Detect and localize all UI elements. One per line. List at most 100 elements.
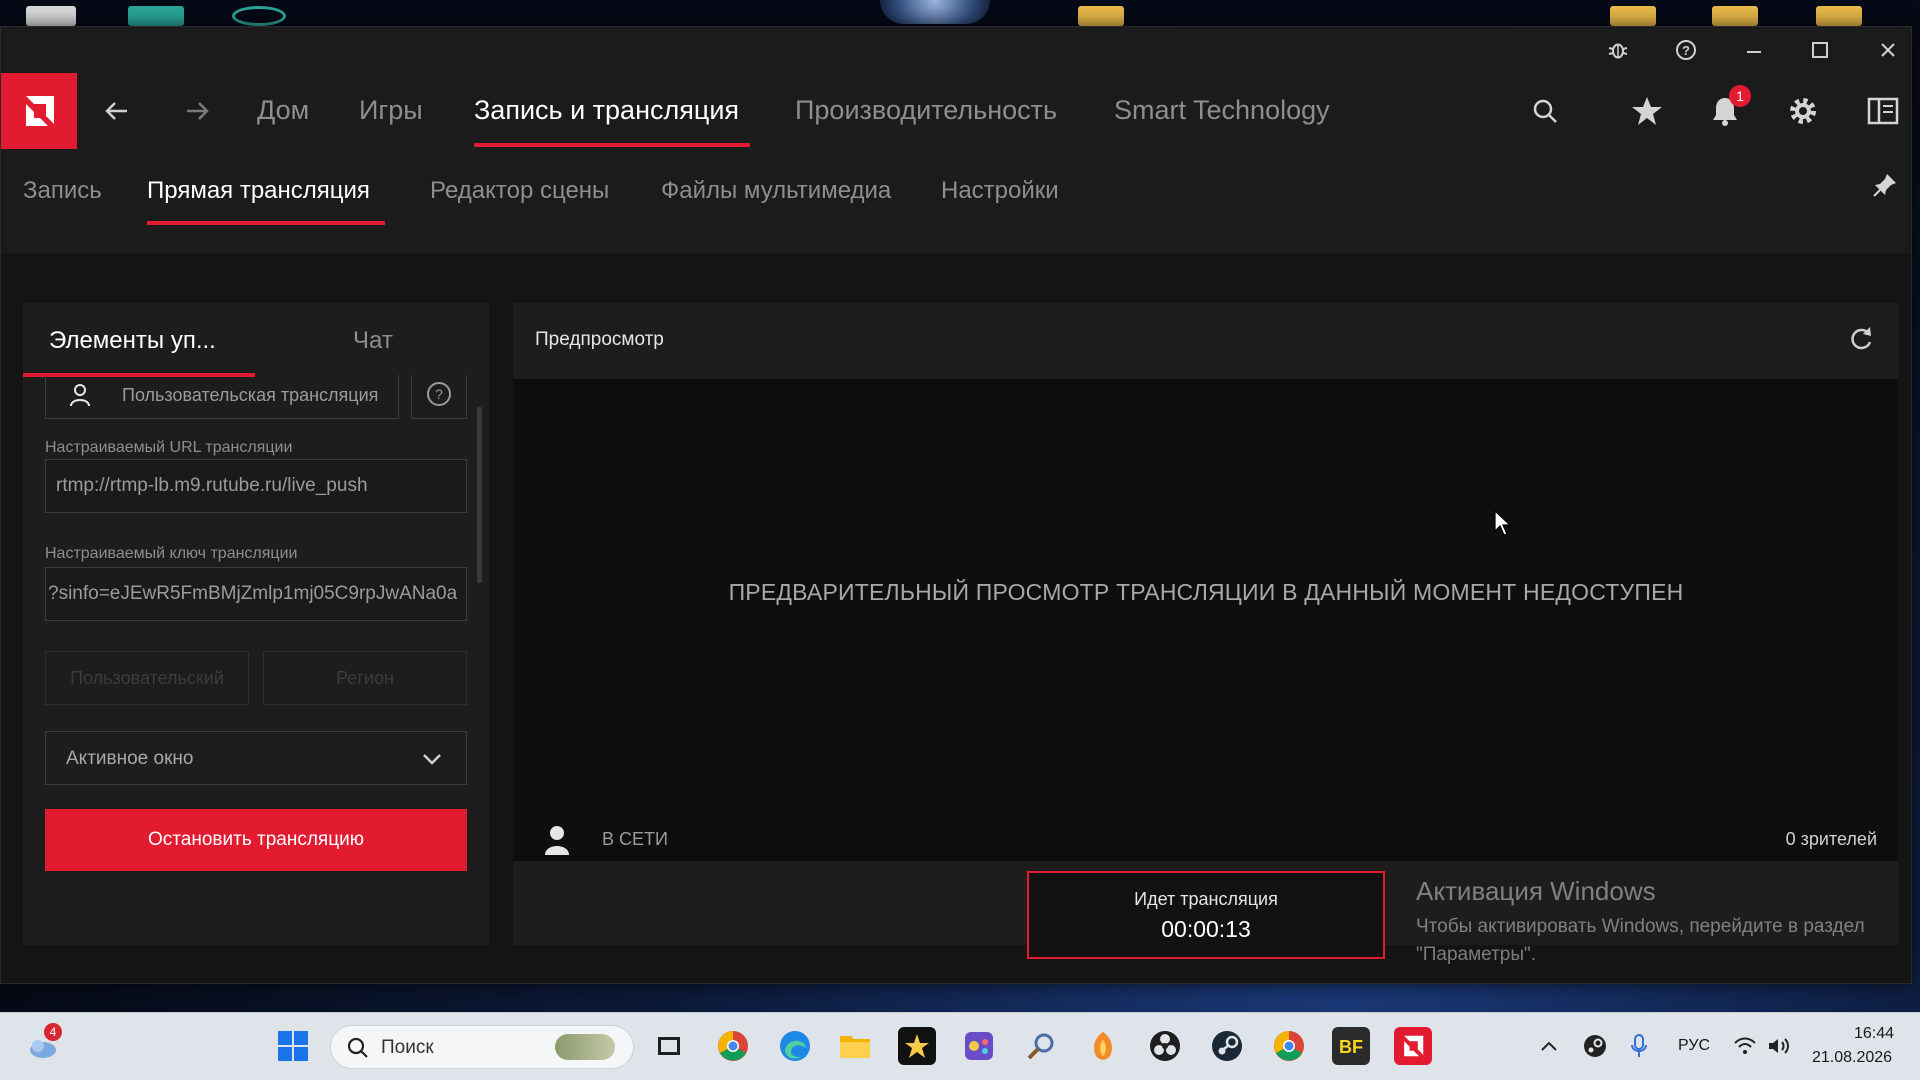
- taskbar: 4 Поиск BF РУС 16:44 21.08.2026: [0, 1012, 1920, 1080]
- key-field-label: Настраиваемый ключ трансляции: [45, 545, 298, 562]
- stream-status-row: В СЕТИ 0 зрителей: [513, 821, 1899, 861]
- folder-icon[interactable]: [1712, 6, 1758, 26]
- wifi-icon[interactable]: [1732, 1033, 1758, 1059]
- preview-unavailable-message: ПРЕДВАРИТЕЛЬНЫЙ ПРОСМОТР ТРАНСЛЯЦИИ В ДА…: [728, 579, 1684, 605]
- search-icon[interactable]: [1525, 91, 1565, 131]
- capture-source-value: Активное окно: [66, 748, 194, 769]
- chevron-down-icon: [422, 750, 442, 772]
- pin-icon[interactable]: [1865, 165, 1905, 205]
- folder-icon[interactable]: [1610, 6, 1656, 26]
- help-icon[interactable]: ?: [1671, 35, 1701, 65]
- volume-icon[interactable]: [1766, 1033, 1792, 1059]
- wallpaper-globe: [880, 0, 990, 24]
- amd-software-window: ? Дом Игры Запись и трансляция Производи…: [0, 26, 1912, 984]
- windows-activation-watermark: Активация Windows Чтобы активировать Win…: [1416, 876, 1876, 969]
- notification-badge: 1: [1729, 85, 1751, 107]
- favorites-star-icon[interactable]: [1627, 91, 1667, 131]
- settings-gear-icon[interactable]: [1783, 91, 1823, 131]
- live-indicator: Идет трансляция 00:00:13: [1027, 871, 1385, 959]
- folder-icon[interactable]: [1078, 6, 1124, 26]
- chevron-up-icon[interactable]: [1536, 1033, 1562, 1059]
- region-button[interactable]: Регион: [263, 651, 467, 705]
- live-timer: 00:00:13: [1161, 916, 1251, 942]
- bf-app-icon[interactable]: BF: [1332, 1027, 1370, 1065]
- live-label: Идет трансляция: [1134, 889, 1278, 909]
- stop-stream-button[interactable]: Остановить трансляцию: [45, 809, 467, 871]
- streaming-service-label: Пользовательская трансляция: [122, 385, 379, 405]
- close-icon[interactable]: [1873, 35, 1903, 65]
- desktop-icon[interactable]: [128, 6, 184, 26]
- search-highlight-image: [555, 1034, 615, 1060]
- amd-logo[interactable]: [1, 73, 77, 149]
- minimize-icon[interactable]: [1739, 35, 1769, 65]
- tab-settings[interactable]: Настройки: [941, 177, 1059, 205]
- widget-badge: 4: [44, 1023, 62, 1041]
- tab-scene-editor[interactable]: Редактор сцены: [430, 177, 609, 205]
- subnav-active-indicator: [147, 221, 385, 225]
- content-area: Элементы уп... Чат Пользовательская тран…: [1, 255, 1911, 983]
- nav-performance[interactable]: Производительность: [795, 95, 1057, 126]
- nav-record-stream[interactable]: Запись и трансляция: [474, 95, 739, 126]
- folder-icon[interactable]: [1816, 6, 1862, 26]
- tab-controls[interactable]: Элементы уп...: [49, 327, 216, 355]
- amd-software-taskbar-icon[interactable]: [1394, 1027, 1432, 1065]
- steam-tray-icon[interactable]: [1582, 1033, 1608, 1059]
- tab-live-stream[interactable]: Прямая трансляция: [147, 177, 370, 205]
- nav-games[interactable]: Игры: [359, 95, 423, 126]
- chrome-profile-icon[interactable]: [1270, 1027, 1308, 1065]
- user-icon: [68, 383, 92, 412]
- svg-text:?: ?: [435, 386, 443, 402]
- desktop-icon[interactable]: [26, 6, 76, 26]
- tab-record[interactable]: Запись: [23, 177, 102, 205]
- fl-studio-icon[interactable]: [1084, 1027, 1122, 1065]
- chrome-icon[interactable]: [714, 1027, 752, 1065]
- nav-smart-technology[interactable]: Smart Technology: [1114, 95, 1330, 126]
- custom-button[interactable]: Пользовательский: [45, 651, 249, 705]
- search-placeholder: Поиск: [381, 1037, 434, 1058]
- maximize-icon[interactable]: [1805, 35, 1835, 65]
- windows-start-icon[interactable]: [274, 1027, 312, 1065]
- help-button[interactable]: ?: [411, 375, 467, 419]
- task-view-icon[interactable]: [650, 1027, 688, 1065]
- preview-area: ПРЕДВАРИТЕЛЬНЫЙ ПРОСМОТР ТРАНСЛЯЦИИ В ДА…: [513, 379, 1899, 821]
- tab-media-files[interactable]: Файлы мультимедиа: [661, 177, 891, 205]
- preview-title: Предпросмотр: [535, 329, 664, 350]
- online-status: В СЕТИ: [602, 829, 668, 849]
- help-circle-icon: ?: [426, 381, 452, 412]
- games-app-icon[interactable]: [960, 1027, 998, 1065]
- edge-icon[interactable]: [776, 1027, 814, 1065]
- tab-chat[interactable]: Чат: [353, 327, 393, 355]
- nav-home[interactable]: Дом: [257, 95, 309, 126]
- language-indicator[interactable]: РУС: [1678, 1037, 1710, 1055]
- nav-active-indicator: [474, 143, 750, 147]
- clock-time[interactable]: 16:44: [1846, 1025, 1894, 1043]
- activation-text: Чтобы активировать Windows, перейдите в …: [1416, 916, 1865, 965]
- viewer-count: 0 зрителей: [1785, 829, 1877, 849]
- user-icon: [543, 825, 571, 860]
- obs-icon[interactable]: [1146, 1027, 1184, 1065]
- preview-panel: Предпросмотр ПРЕДВАРИТЕЛЬНЫЙ ПРОСМОТР ТР…: [513, 303, 1899, 959]
- forward-arrow-icon[interactable]: [179, 93, 215, 129]
- streaming-service-select[interactable]: Пользовательская трансляция: [45, 375, 399, 419]
- stream-key-input[interactable]: ?sinfo=eJEwR5FmBMjZmlp1mj05C9rpJwANa0a: [45, 567, 467, 621]
- refresh-icon[interactable]: [1847, 325, 1877, 355]
- desktop-icon[interactable]: [232, 6, 286, 26]
- bug-icon[interactable]: [1603, 35, 1633, 65]
- stream-url-input[interactable]: rtmp://rtmp-lb.m9.rutube.ru/live_push: [45, 459, 467, 513]
- magnifier-app-icon[interactable]: [1022, 1027, 1060, 1065]
- steam-icon[interactable]: [1208, 1027, 1246, 1065]
- url-field-label: Настраиваемый URL трансляции: [45, 439, 293, 456]
- file-explorer-icon[interactable]: [836, 1027, 874, 1065]
- capture-source-dropdown[interactable]: Активное окно: [45, 731, 467, 785]
- taskbar-search[interactable]: Поиск: [330, 1025, 634, 1069]
- search-icon: [347, 1037, 369, 1064]
- title-bar: ?: [1, 27, 1911, 73]
- back-arrow-icon[interactable]: [99, 93, 135, 129]
- panel-scrollbar[interactable]: [477, 407, 482, 583]
- microphone-icon[interactable]: [1626, 1033, 1652, 1059]
- app-icon[interactable]: [898, 1027, 936, 1065]
- top-navigation: Дом Игры Запись и трансляция Производите…: [1, 73, 1911, 149]
- controls-panel: Элементы уп... Чат Пользовательская тран…: [23, 303, 489, 945]
- sidebar-panel-icon[interactable]: [1863, 91, 1903, 131]
- clock-date[interactable]: 21.08.2026: [1812, 1049, 1892, 1067]
